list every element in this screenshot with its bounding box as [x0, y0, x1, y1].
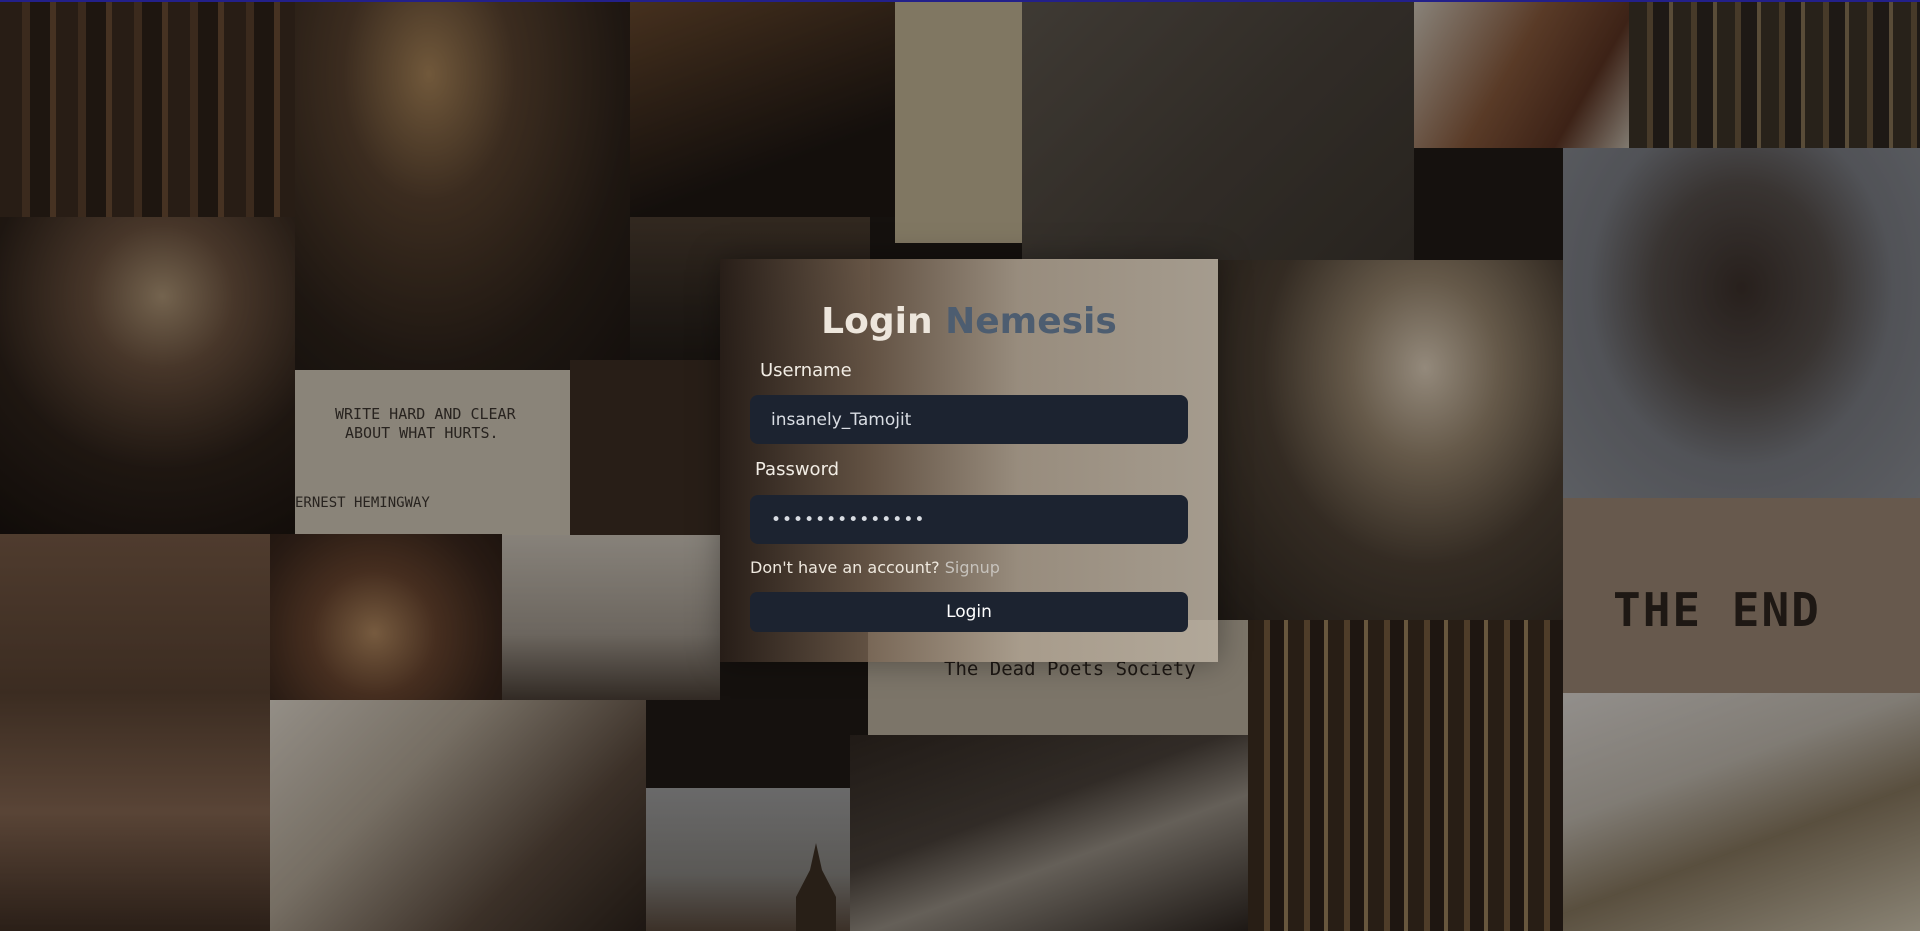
- bg-photo-old-photos: [850, 735, 1248, 931]
- title-login: Login: [821, 301, 933, 342]
- note-line-1: WRITE HARD AND CLEAR: [335, 405, 516, 423]
- note-signature: ERNEST HEMINGWAY: [295, 495, 430, 511]
- login-page: WRITE HARD AND CLEAR ABOUT WHAT HURTS. E…: [0, 0, 1920, 931]
- signup-link[interactable]: Signup: [945, 558, 1000, 577]
- bg-photo-hemingway-note: WRITE HARD AND CLEAR ABOUT WHAT HURTS. E…: [295, 370, 570, 535]
- bg-photo-umbrella: [1563, 148, 1920, 498]
- login-button[interactable]: Login: [750, 592, 1188, 632]
- bg-photo-piano: [630, 0, 895, 217]
- password-input[interactable]: [750, 495, 1188, 544]
- spire-shape: [796, 843, 836, 931]
- the-end-text: THE END: [1613, 583, 1821, 637]
- bg-photo-bicycle: [1022, 0, 1414, 260]
- bg-photo-glasses: [502, 535, 720, 700]
- bg-photo-the-end: THE END: [1563, 498, 1920, 693]
- note-line-2: ABOUT WHAT HURTS.: [345, 424, 499, 442]
- login-title: Login Nemesis: [720, 299, 1218, 345]
- top-accent-line: [0, 0, 1920, 2]
- bg-photo-church: [0, 534, 270, 931]
- bg-photo-window: [295, 0, 630, 370]
- title-nemesis: Nemesis: [945, 301, 1117, 342]
- bg-photo-old-books: [1563, 693, 1920, 931]
- bg-photo-staircase: [1218, 260, 1563, 620]
- username-input[interactable]: [750, 395, 1188, 444]
- bg-photo-library-reader: [1248, 620, 1563, 931]
- bg-photo-dark: [570, 360, 720, 535]
- bg-photo-violin: [1414, 0, 1629, 148]
- bg-photo-letters: [270, 700, 646, 931]
- bg-photo-books: [0, 0, 295, 217]
- bg-photo-coffee: [0, 217, 295, 534]
- signup-row: Don't have an account? Signup: [750, 558, 1000, 577]
- username-label: Username: [760, 360, 852, 381]
- signup-prompt: Don't have an account?: [750, 558, 940, 577]
- bg-photo-butterflies: [895, 0, 1022, 243]
- bg-photo-library: [1629, 0, 1920, 148]
- password-label: Password: [755, 459, 840, 480]
- login-card: Login Nemesis Username Password Don't ha…: [720, 259, 1218, 662]
